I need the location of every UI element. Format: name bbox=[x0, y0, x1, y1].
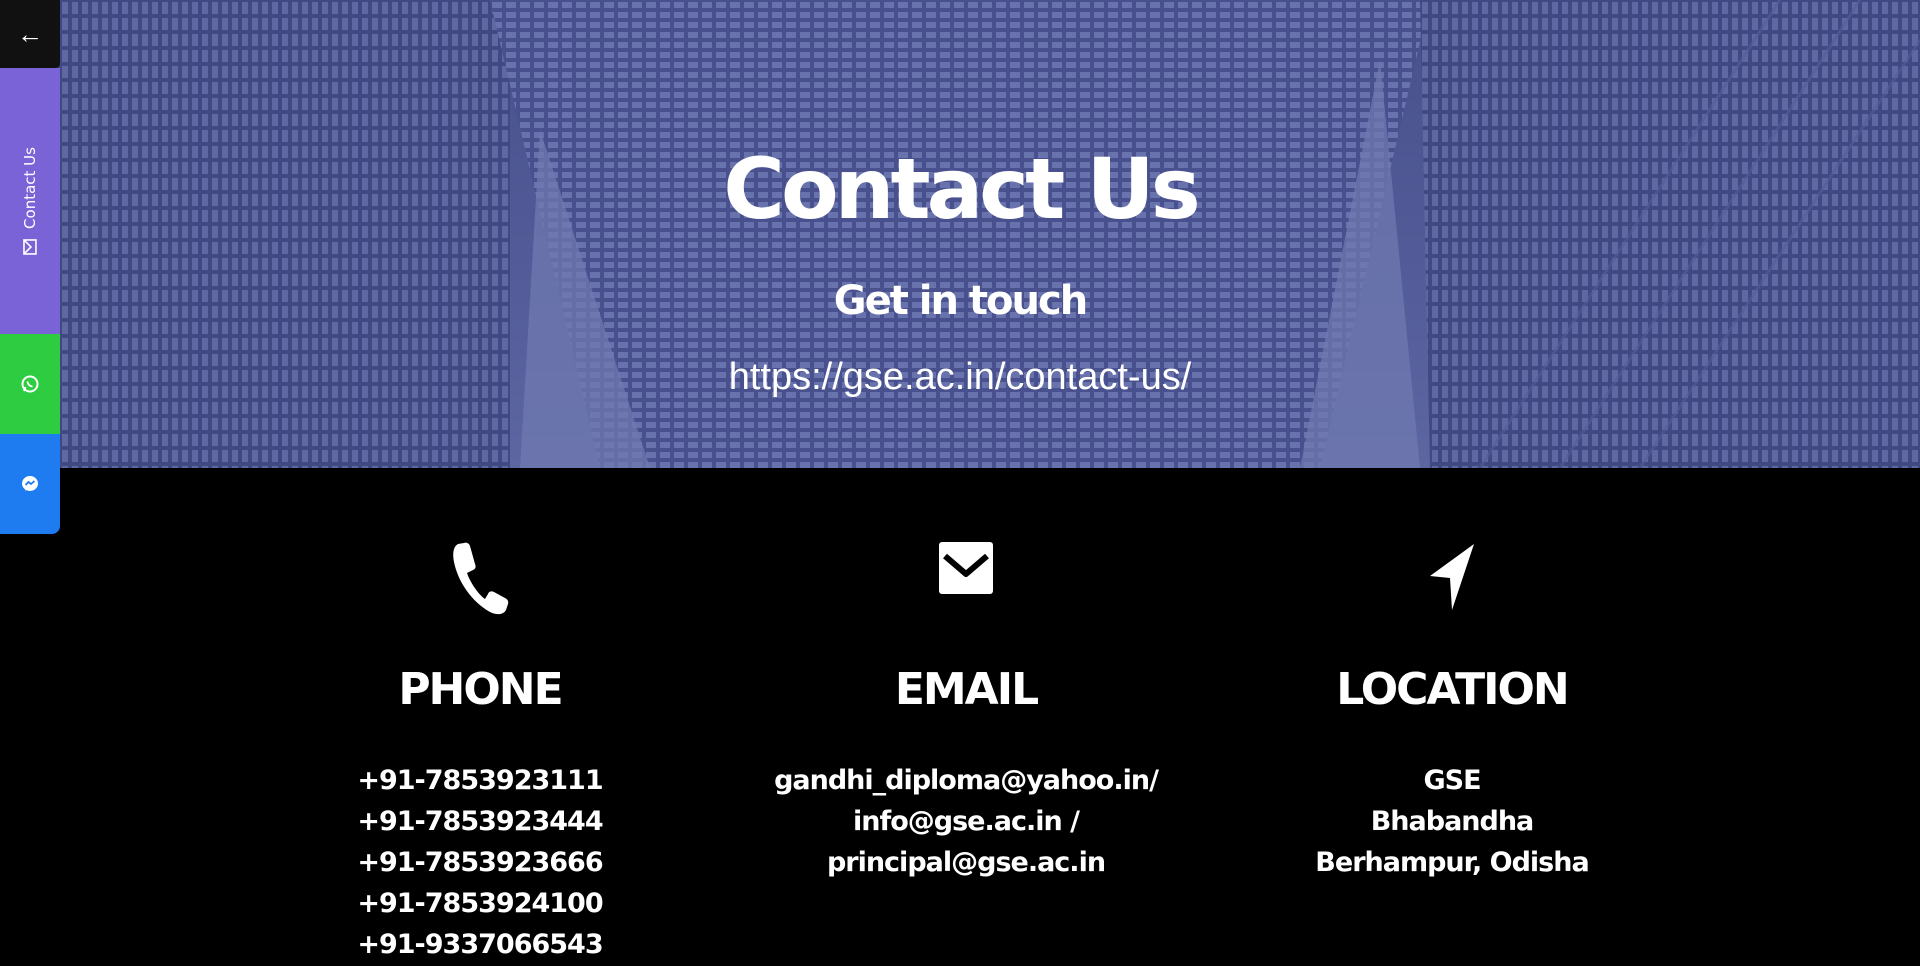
address-line: Bhabandha bbox=[1370, 806, 1535, 837]
location-address: GSE Bhabandha Berhampur, Odisha bbox=[1232, 760, 1672, 883]
page-subtitle: Get in touch bbox=[833, 278, 1088, 324]
side-contact-label: Contact Us bbox=[21, 147, 40, 229]
phone-number[interactable]: +91-7853923444 bbox=[260, 801, 700, 842]
envelope-icon bbox=[939, 542, 993, 594]
email-heading: EMAIL bbox=[894, 664, 1039, 715]
messenger-button[interactable] bbox=[0, 434, 60, 534]
phone-number[interactable]: +91-9337066543 bbox=[260, 924, 700, 965]
floating-side-bar: ← Contact Us bbox=[0, 0, 60, 534]
location-heading: LOCATION bbox=[1336, 664, 1569, 715]
phone-numbers: +91-7853923111 +91-7853923444 +91-785392… bbox=[260, 760, 700, 965]
arrow-left-icon: ← bbox=[17, 18, 43, 49]
phone-heading: PHONE bbox=[398, 664, 563, 715]
back-button[interactable]: ← bbox=[0, 0, 60, 68]
phone-number[interactable]: +91-7853923111 bbox=[260, 760, 700, 801]
address-line: Berhampur, Odisha bbox=[1315, 847, 1589, 878]
email-line[interactable]: info@gse.ac.in / principal@gse.ac.in bbox=[746, 801, 1186, 883]
messenger-icon bbox=[22, 476, 38, 491]
hero-banner: Contact Us Get in touch https://gse.ac.i… bbox=[0, 0, 1920, 468]
whatsapp-icon bbox=[21, 375, 39, 393]
phone-number[interactable]: +91-7853923666 bbox=[260, 842, 700, 883]
email-addresses: gandhi_diploma@yahoo.in/ info@gse.ac.in … bbox=[746, 760, 1186, 883]
envelope-icon bbox=[23, 239, 37, 255]
contact-info-section: PHONE +91-7853923111 +91-7853923444 +91-… bbox=[0, 468, 1920, 966]
address-line: GSE bbox=[1423, 765, 1481, 796]
whatsapp-button[interactable] bbox=[0, 334, 60, 434]
email-line[interactable]: gandhi_diploma@yahoo.in/ bbox=[746, 760, 1186, 801]
phone-number[interactable]: +91-7853924100 bbox=[260, 883, 700, 924]
side-contact-us-button[interactable]: Contact Us bbox=[0, 68, 60, 334]
location-arrow-icon bbox=[1430, 544, 1474, 610]
page-url-text: https://gse.ac.in/contact-us/ bbox=[728, 356, 1192, 398]
phone-icon bbox=[453, 542, 509, 615]
page-title: Contact Us bbox=[723, 140, 1200, 238]
